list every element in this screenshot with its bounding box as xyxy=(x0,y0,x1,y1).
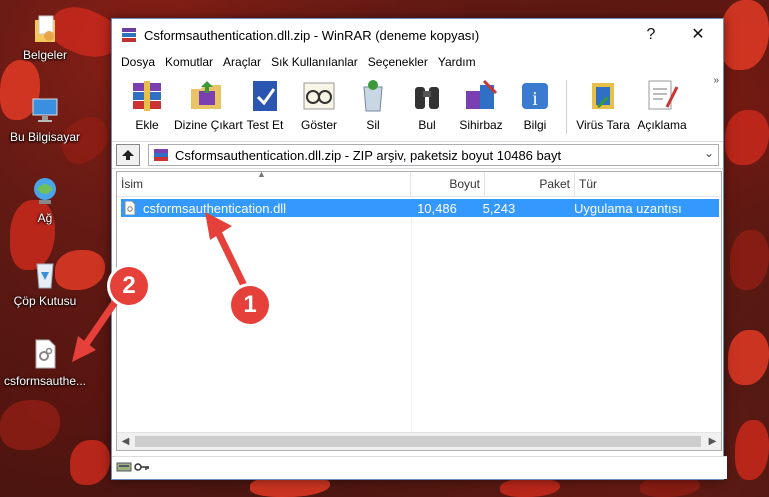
scrollbar-thumb[interactable] xyxy=(135,436,701,447)
archive-icon xyxy=(153,148,169,162)
scroll-left-icon[interactable]: ◀ xyxy=(117,433,134,450)
add-archive-icon xyxy=(128,77,166,115)
step-marker-1: 1 xyxy=(231,286,269,324)
view-glasses-icon xyxy=(300,77,338,115)
dll-file-icon xyxy=(123,200,137,216)
menu-file[interactable]: Dosya xyxy=(116,55,160,69)
up-arrow-icon xyxy=(122,150,134,160)
menu-commands[interactable]: Komutlar xyxy=(160,55,218,69)
file-type: Uygulama uzantısı xyxy=(574,200,682,216)
archive-path-text: Csformsauthentication.dll.zip - ZIP arşi… xyxy=(175,147,562,163)
address-bar: Csformsauthentication.dll.zip - ZIP arşi… xyxy=(112,142,723,169)
extract-folder-icon xyxy=(187,77,225,115)
file-size: 10,486 xyxy=(417,200,457,216)
comment-icon xyxy=(643,77,681,115)
close-button[interactable]: ✕ xyxy=(675,19,721,51)
winrar-app-icon xyxy=(120,26,138,44)
toolbar-overflow-chevron-icon[interactable]: » xyxy=(713,75,719,86)
wizard-icon xyxy=(462,77,500,115)
dll-file-icon xyxy=(29,338,61,370)
folder-icon xyxy=(29,12,61,44)
menu-tools[interactable]: Araçlar xyxy=(218,55,266,69)
desktop-icon-this-pc[interactable]: Bu Bilgisayar xyxy=(0,94,90,144)
delete-icon xyxy=(354,77,392,115)
desktop-icon-recycle-bin[interactable]: Çöp Kutusu xyxy=(0,258,90,308)
archive-path-dropdown[interactable]: Csformsauthentication.dll.zip - ZIP arşi… xyxy=(148,144,719,166)
desktop-icon-network[interactable]: Ağ xyxy=(0,175,90,225)
file-name: csformsauthentication.dll xyxy=(143,200,287,216)
horizontal-scrollbar[interactable]: ◀ ▶ xyxy=(117,432,721,450)
computer-icon xyxy=(29,94,61,126)
status-bar xyxy=(112,456,727,479)
column-type[interactable]: Tür xyxy=(575,172,715,196)
drive-icon xyxy=(116,461,132,476)
network-icon xyxy=(29,175,61,207)
menu-favorites[interactable]: Sık Kullanılanlar xyxy=(266,55,363,69)
column-packed[interactable]: Paket xyxy=(485,172,575,196)
scroll-right-icon[interactable]: ▶ xyxy=(704,433,721,450)
recycle-bin-icon xyxy=(29,258,61,290)
menu-bar: Dosya Komutlar Araçlar Sık Kullanılanlar… xyxy=(112,51,723,73)
svg-text:i: i xyxy=(532,88,538,110)
toolbar: Ekle Dizine Çıkart Test Et Göster Sil Bu… xyxy=(112,73,723,142)
info-icon: i xyxy=(516,77,554,115)
virus-scan-icon xyxy=(584,77,622,115)
key-icon xyxy=(134,461,150,476)
column-size[interactable]: Boyut xyxy=(411,172,485,196)
info-button[interactable]: i Bilgi xyxy=(508,73,562,132)
up-folder-button[interactable] xyxy=(116,144,140,166)
title-bar[interactable]: Csformsauthentication.dll.zip - WinRAR (… xyxy=(112,19,723,51)
step-marker-2: 2 xyxy=(110,267,148,305)
desktop-icon-dll-file[interactable]: csformsauthe... xyxy=(0,338,90,388)
add-button[interactable]: Ekle xyxy=(120,73,174,132)
menu-help[interactable]: Yardım xyxy=(433,55,481,69)
window-title: Csformsauthentication.dll.zip - WinRAR (… xyxy=(144,27,480,43)
binoculars-icon xyxy=(408,77,446,115)
column-divider xyxy=(411,196,412,436)
chevron-down-icon[interactable]: ⌄ xyxy=(704,146,714,160)
virus-scan-button[interactable]: Virüs Tara xyxy=(571,73,635,132)
toolbar-separator xyxy=(566,80,567,134)
extract-button[interactable]: Dizine Çıkart xyxy=(174,73,243,132)
help-button[interactable]: ? xyxy=(628,19,674,51)
file-list[interactable]: İsim Boyut Paket Tür ▲ csformsauthentica… xyxy=(116,169,722,451)
file-packed-size: 5,243 xyxy=(482,200,516,216)
table-row[interactable]: csformsauthentication.dll 10,486 5,243 U… xyxy=(121,199,719,217)
column-header: İsim Boyut Paket Tür ▲ xyxy=(117,169,721,197)
comment-button[interactable]: Açıklama xyxy=(635,73,689,132)
winrar-window: Csformsauthentication.dll.zip - WinRAR (… xyxy=(111,18,727,480)
delete-button[interactable]: Sil xyxy=(346,73,400,132)
find-button[interactable]: Bul xyxy=(400,73,454,132)
wizard-button[interactable]: Sihirbaz xyxy=(454,73,508,132)
sort-arrow-icon: ▲ xyxy=(257,169,266,179)
desktop-icon-documents[interactable]: Belgeler xyxy=(0,12,90,62)
test-icon xyxy=(246,77,284,115)
menu-options[interactable]: Seçenekler xyxy=(363,55,433,69)
view-button[interactable]: Göster xyxy=(292,73,346,132)
test-button[interactable]: Test Et xyxy=(238,73,292,132)
